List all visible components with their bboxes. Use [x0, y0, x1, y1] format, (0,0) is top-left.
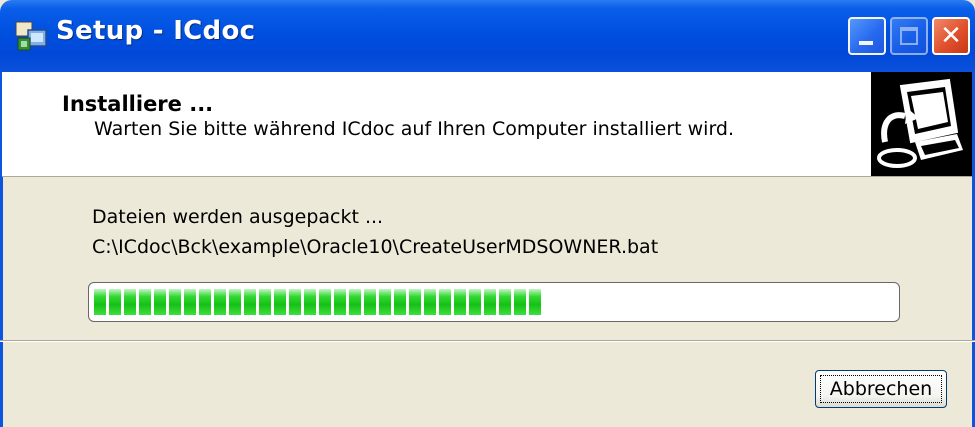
progress-segment [379, 289, 391, 315]
progress-segment [199, 289, 211, 315]
computer-install-icon [871, 72, 972, 176]
progress-segment [214, 289, 226, 315]
progress-segment [409, 289, 421, 315]
progress-segment [229, 289, 241, 315]
progress-segment [529, 289, 541, 315]
page-subtitle: Warten Sie bitte während ICdoc auf Ihren… [94, 118, 735, 140]
progress-segment [244, 289, 256, 315]
current-file-path: C:\ICdoc\Bck\example\Oracle10\CreateUser… [92, 236, 659, 258]
window-title: Setup - ICdoc [56, 16, 256, 46]
button-divider [0, 340, 975, 342]
progress-segment [289, 289, 301, 315]
progress-segment [94, 289, 106, 315]
cancel-button-label: Abbrechen [829, 378, 933, 400]
progress-segment [169, 289, 181, 315]
progress-segment [304, 289, 316, 315]
progress-segment [364, 289, 376, 315]
minimize-button[interactable] [848, 17, 886, 55]
setup-app-icon [15, 21, 47, 51]
progress-segment [109, 289, 121, 315]
progress-segment [139, 289, 151, 315]
progress-segment [454, 289, 466, 315]
wizard-header: Installiere ... Warten Sie bitte während… [2, 72, 972, 177]
progress-segment [334, 289, 346, 315]
status-text: Dateien werden ausgepackt ... [92, 206, 384, 228]
setup-window: Setup - ICdoc ✕ Installiere ... Warten S… [0, 0, 975, 427]
progress-segment [484, 289, 496, 315]
progress-segment [424, 289, 436, 315]
progress-segment [439, 289, 451, 315]
progress-segment [349, 289, 361, 315]
close-button[interactable]: ✕ [932, 17, 970, 55]
progress-segment [514, 289, 526, 315]
maximize-button[interactable] [890, 17, 928, 55]
install-progress-bar [88, 282, 900, 322]
progress-segment [124, 289, 136, 315]
progress-segment [394, 289, 406, 315]
page-title: Installiere ... [62, 92, 214, 116]
title-bar[interactable]: Setup - ICdoc ✕ [0, 0, 975, 72]
wizard-body: Dateien werden ausgepackt ... C:\ICdoc\B… [0, 178, 975, 427]
progress-fill [94, 289, 541, 315]
progress-segment [274, 289, 286, 315]
progress-segment [469, 289, 481, 315]
progress-segment [259, 289, 271, 315]
progress-segment [319, 289, 331, 315]
progress-segment [499, 289, 511, 315]
close-icon: ✕ [940, 21, 962, 51]
progress-segment [154, 289, 166, 315]
cancel-button[interactable]: Abbrechen [815, 370, 947, 408]
progress-segment [184, 289, 196, 315]
